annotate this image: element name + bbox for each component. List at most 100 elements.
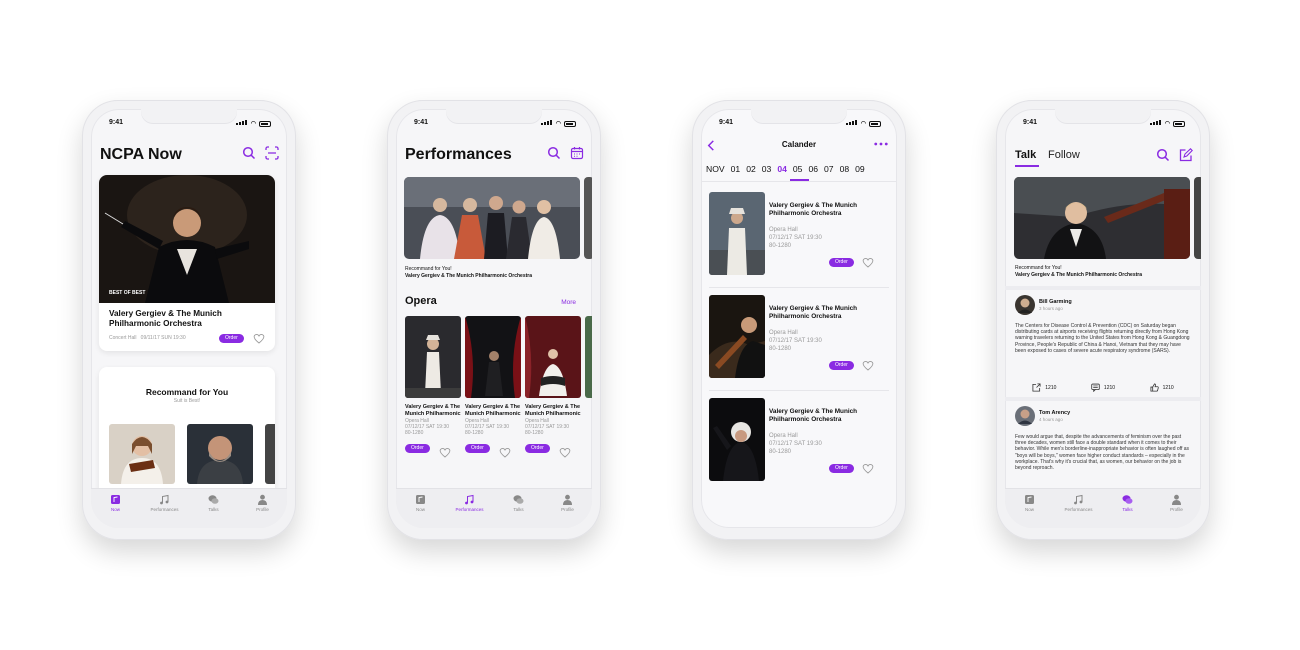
tab-label: Now (415, 507, 425, 512)
comment-icon (1091, 383, 1100, 392)
order-button[interactable]: Order (219, 334, 244, 343)
card-price: 80-1280 (465, 430, 484, 436)
order-button[interactable]: Order (829, 258, 854, 267)
event-title: Valery Gergiev & The Munich Philharmonic… (769, 305, 858, 320)
order-button[interactable]: Order (525, 444, 550, 453)
tab-follow[interactable]: Follow (1048, 149, 1080, 161)
order-button[interactable]: Order (829, 361, 854, 370)
tab-talks[interactable]: Talks (194, 494, 234, 528)
event-price: 80-1280 (769, 346, 792, 352)
divider (1005, 286, 1201, 290)
tab-profile[interactable]: Profile (243, 494, 283, 528)
battery-icon (1173, 121, 1185, 127)
tab-performances[interactable]: Performances (145, 494, 185, 528)
calendar-icon[interactable] (570, 146, 584, 160)
hero-photo[interactable] (404, 177, 580, 259)
hero-photo[interactable] (1014, 177, 1190, 259)
day-item[interactable]: 08 (840, 164, 850, 174)
tab-talks[interactable]: Talks (1108, 494, 1148, 528)
signal-icon (235, 120, 248, 127)
more-icon[interactable] (874, 142, 888, 146)
search-icon[interactable] (1156, 148, 1170, 162)
date-strip: NOV 01 02 03 04 05 06 07 08 09 (706, 164, 897, 174)
status-bar: 9:41 ◠ (1005, 118, 1201, 130)
opera-card[interactable]: Valery Gergiev & The Munich Philharmonic… (465, 316, 521, 458)
order-button[interactable]: Order (465, 444, 490, 453)
event-row[interactable]: Valery Gergiev & The Munich Philharmonic… (709, 398, 889, 494)
share-icon (1032, 383, 1041, 392)
wifi-icon: ◠ (860, 121, 866, 127)
hero-caption-title: Valery Gergiev & The Munich Philharmonic… (405, 273, 532, 279)
scan-icon[interactable] (265, 146, 279, 160)
like-action[interactable]: 1210 (1150, 383, 1174, 392)
tab-talks[interactable]: Talks (499, 494, 539, 528)
tab-label: Profile (256, 507, 269, 512)
third-photo-edge (265, 424, 275, 484)
order-button[interactable]: Order (405, 444, 430, 453)
opera-photo (405, 316, 461, 398)
tab-bar: Now Performances Talks Profile (1005, 488, 1201, 528)
tab-now[interactable]: Now (1010, 494, 1050, 528)
order-button[interactable]: Order (829, 464, 854, 473)
event-row[interactable]: Valery Gergiev & The Munich Philharmonic… (709, 295, 889, 391)
day-item-active[interactable]: 04 (777, 164, 787, 174)
more-link[interactable]: More (561, 299, 576, 306)
recommend-title: Recommand for You (145, 387, 229, 397)
card-price: 80-1280 (525, 430, 544, 436)
hero-caption: Recommand for You! (405, 266, 452, 272)
day-item[interactable]: 06 (808, 164, 818, 174)
opera-card[interactable]: Valery Gergiev & The Munich Philharmonic… (525, 316, 581, 458)
heart-icon[interactable] (439, 447, 451, 458)
thumbs-up-icon (1150, 383, 1159, 392)
musician-photo (187, 424, 253, 484)
share-action[interactable]: 1210 (1032, 383, 1056, 392)
tab-profile[interactable]: Profile (548, 494, 588, 528)
status-bar: 9:41 ◠ (701, 118, 897, 130)
violinist-photo (109, 424, 175, 484)
day-item[interactable]: 03 (762, 164, 772, 174)
day-item[interactable]: 01 (731, 164, 741, 174)
heart-icon[interactable] (862, 360, 874, 371)
tab-now[interactable]: Now (401, 494, 441, 528)
tab-bar: Now Performances Talks Profile (396, 488, 592, 528)
chat-icon (208, 495, 219, 504)
heart-icon[interactable] (559, 447, 571, 458)
day-item[interactable]: 02 (746, 164, 756, 174)
card-title: Valery Gergiev & The Munich Philharmonic (525, 404, 581, 417)
featured-event-card[interactable]: BEST OF BEST Valery Gergiev & The Munich… (99, 175, 275, 351)
event-row[interactable]: Valery Gergiev & The Munich Philharmonic… (709, 192, 889, 288)
search-icon[interactable] (547, 146, 561, 160)
heart-icon[interactable] (862, 257, 874, 268)
tab-now[interactable]: Now (96, 494, 136, 528)
status-bar: 9:41 ◠ (91, 118, 287, 130)
status-time: 9:41 (414, 119, 429, 126)
now-icon (111, 495, 120, 504)
avatar (1015, 406, 1035, 426)
day-item[interactable]: 05 (793, 164, 803, 174)
event-price: 80-1280 (769, 243, 792, 249)
month-label: NOV (706, 164, 725, 174)
post-time: 3 hours ago (1039, 306, 1063, 311)
tab-talk[interactable]: Talk (1015, 149, 1036, 161)
event-title: Valery Gergiev & The Munich Philharmonic… (769, 202, 858, 217)
heart-icon[interactable] (499, 447, 511, 458)
event-venue: Opera Hall (769, 433, 798, 439)
tab-performances[interactable]: Performances (450, 494, 490, 528)
opera-photo (465, 316, 521, 398)
tab-performances[interactable]: Performances (1059, 494, 1099, 528)
recommend-card[interactable]: Recommand for You Suit is Best! (99, 367, 275, 507)
day-item[interactable]: 07 (824, 164, 834, 174)
music-note-icon (1074, 494, 1083, 505)
day-item[interactable]: 09 (855, 164, 865, 174)
heart-icon[interactable] (253, 333, 265, 344)
opera-card[interactable]: Valery Gergiev & The Munich Philharmonic… (405, 316, 461, 458)
music-note-icon (160, 494, 169, 505)
event-photo (709, 398, 765, 481)
compose-icon[interactable] (1179, 148, 1193, 162)
signal-icon (1149, 120, 1162, 127)
section-title: Opera (405, 295, 437, 307)
comment-action[interactable]: 1210 (1091, 383, 1115, 392)
heart-icon[interactable] (862, 463, 874, 474)
tab-profile[interactable]: Profile (1157, 494, 1197, 528)
search-icon[interactable] (242, 146, 256, 160)
